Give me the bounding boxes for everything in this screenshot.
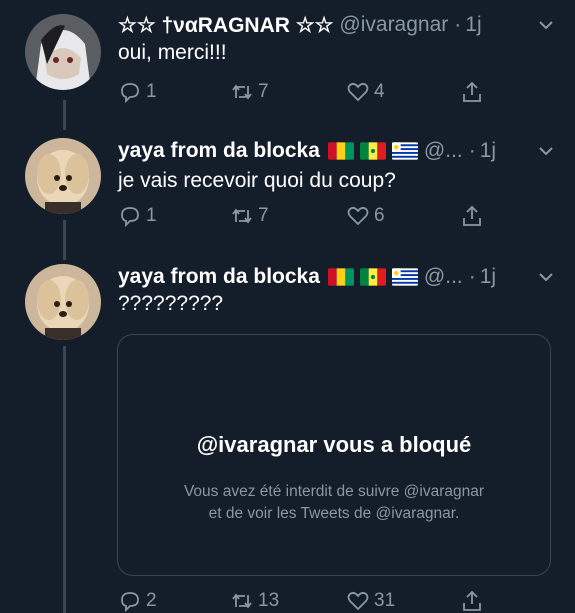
tweet-author-handle[interactable]: @ivaragnar bbox=[339, 13, 448, 37]
heart-icon bbox=[347, 591, 369, 611]
reply-count: 1 bbox=[146, 205, 157, 226]
retweet-icon bbox=[232, 84, 252, 100]
guinea-flag-icon bbox=[327, 268, 354, 286]
separator-dot: · bbox=[468, 265, 476, 288]
reply-count: 1 bbox=[146, 81, 157, 102]
reply-button[interactable]: 1 bbox=[118, 80, 157, 104]
separator-dot: · bbox=[454, 13, 462, 36]
retweet-count: 7 bbox=[258, 81, 269, 102]
flag-emojis bbox=[327, 268, 418, 286]
chevron-down-icon[interactable] bbox=[537, 142, 555, 160]
reply-button[interactable]: 1 bbox=[118, 204, 157, 228]
tweet[interactable]: ☆☆ †ναRAGNAR ☆☆ @ivaragnar · 1j oui, mer… bbox=[0, 10, 575, 120]
avatar[interactable] bbox=[25, 138, 101, 214]
share-icon bbox=[463, 81, 481, 102]
tweet-timestamp[interactable]: 1j bbox=[480, 265, 496, 289]
tweet[interactable]: yaya from da blocka @... · 1j je vais re… bbox=[0, 136, 575, 246]
blocked-description-line: Vous avez été interdit de suivre @ivarag… bbox=[183, 483, 485, 500]
tweet-text: oui, merci!!! bbox=[118, 41, 227, 64]
retweet-button[interactable]: 7 bbox=[230, 80, 269, 104]
retweet-count: 13 bbox=[258, 590, 280, 611]
tweet-timestamp[interactable]: 1j bbox=[480, 139, 496, 163]
share-button[interactable] bbox=[460, 80, 488, 104]
like-button[interactable]: 31 bbox=[346, 589, 395, 613]
share-button[interactable] bbox=[460, 589, 488, 613]
reply-icon bbox=[121, 592, 139, 613]
reply-count: 2 bbox=[146, 590, 157, 611]
retweet-icon bbox=[232, 593, 252, 609]
reply-icon bbox=[121, 207, 139, 228]
like-count: 31 bbox=[374, 590, 396, 611]
tweet-timestamp[interactable]: 1j bbox=[465, 13, 481, 37]
share-button[interactable] bbox=[460, 204, 488, 228]
like-button[interactable]: 4 bbox=[346, 80, 385, 104]
flag-emojis bbox=[327, 142, 418, 160]
senegal-flag-icon bbox=[359, 142, 386, 160]
reply-button[interactable]: 2 bbox=[118, 589, 157, 613]
share-icon bbox=[463, 205, 481, 226]
tweet-author-name[interactable]: yaya from da blocka bbox=[118, 265, 320, 289]
like-button[interactable]: 6 bbox=[346, 204, 385, 228]
avatar[interactable] bbox=[25, 14, 101, 90]
retweet-icon bbox=[232, 208, 252, 224]
like-count: 4 bbox=[374, 81, 385, 102]
tweet-actions: 1 7 4 bbox=[118, 80, 498, 108]
blocked-title: @ivaragnar vous a bloqué bbox=[196, 432, 472, 457]
reply-icon bbox=[121, 83, 139, 104]
like-count: 6 bbox=[374, 205, 385, 226]
tweet-author-name[interactable]: ☆☆ †ναRAGNAR ☆☆ bbox=[118, 13, 333, 38]
tweet-author-name[interactable]: yaya from da blocka bbox=[118, 139, 320, 163]
tweet-thread: ☆☆ †ναRAGNAR ☆☆ @ivaragnar · 1j oui, mer… bbox=[0, 0, 575, 613]
senegal-flag-icon bbox=[359, 268, 386, 286]
tweet-text: je vais recevoir quoi du coup? bbox=[118, 169, 396, 192]
tweet-author-handle[interactable]: @... bbox=[424, 265, 463, 289]
tweet-actions: 2 13 31 bbox=[118, 589, 498, 613]
guinea-flag-icon bbox=[327, 142, 354, 160]
avatar[interactable] bbox=[25, 264, 101, 340]
retweet-count: 7 bbox=[258, 205, 269, 226]
blocked-description: Vous avez été interdit de suivre @ivarag… bbox=[118, 481, 550, 525]
heart-icon bbox=[347, 206, 369, 226]
tweet-actions: 1 7 6 bbox=[118, 204, 498, 232]
blocked-description-line: et de voir les Tweets de @ivaragnar. bbox=[208, 505, 460, 522]
heart-icon bbox=[347, 82, 369, 102]
tweet-text: ????????? bbox=[118, 292, 224, 315]
uruguay-flag-icon bbox=[391, 268, 418, 286]
separator-dot: · bbox=[468, 139, 476, 162]
retweet-button[interactable]: 13 bbox=[230, 589, 279, 613]
blocked-quote-card[interactable]: @ivaragnar vous a bloqué Vous avez été i… bbox=[117, 334, 551, 576]
chevron-down-icon[interactable] bbox=[537, 16, 555, 34]
uruguay-flag-icon bbox=[391, 142, 418, 160]
tweet-author-handle[interactable]: @... bbox=[424, 139, 463, 163]
share-icon bbox=[463, 590, 481, 611]
chevron-down-icon[interactable] bbox=[537, 268, 555, 286]
retweet-button[interactable]: 7 bbox=[230, 204, 269, 228]
